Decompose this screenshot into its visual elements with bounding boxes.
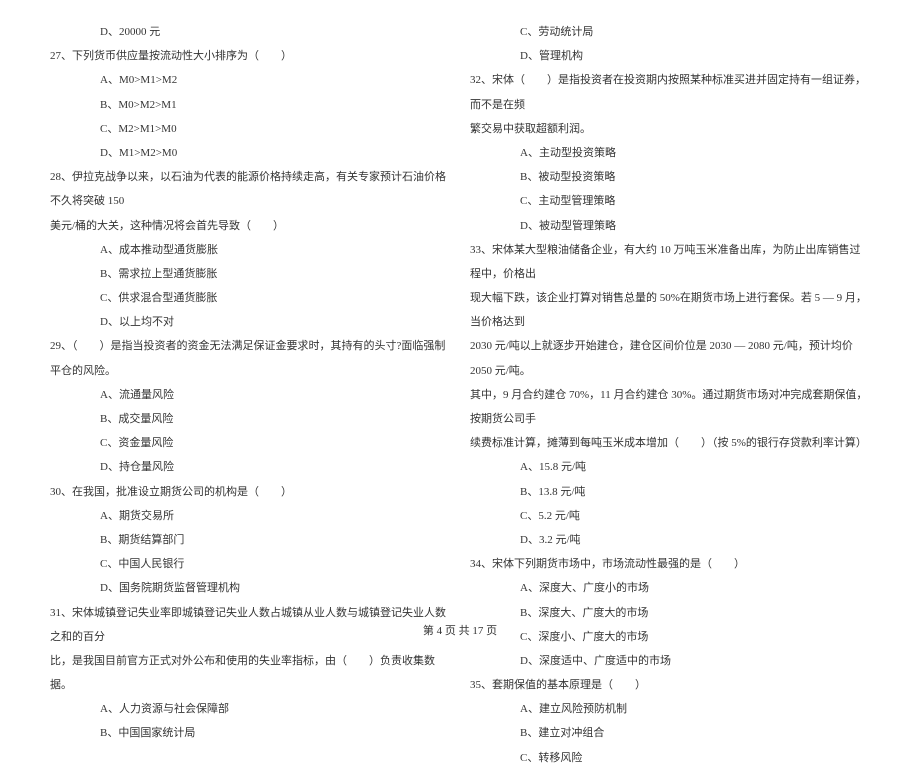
option-line: C、供求混合型通货膨胀 <box>50 286 450 310</box>
question-line: 30、在我国，批准设立期货公司的机构是（ ） <box>50 480 450 504</box>
page-body: D、20000 元27、下列货币供应量按流动性大小排序为（ ）A、M0>M1>M… <box>0 0 920 600</box>
page-footer: 第 4 页 共 17 页 <box>0 622 920 638</box>
option-line: C、劳动统计局 <box>470 20 870 44</box>
question-line: 比，是我国目前官方正式对外公布和使用的失业率指标，由（ ）负责收集数据。 <box>50 649 450 697</box>
option-line: A、期货交易所 <box>50 504 450 528</box>
question-line: 现大幅下跌，该企业打算对销售总量的 50%在期货市场上进行套保。若 5 — 9 … <box>470 286 870 334</box>
option-line: C、主动型管理策略 <box>470 189 870 213</box>
question-line: 繁交易中获取超额利润。 <box>470 117 870 141</box>
option-line: B、成交量风险 <box>50 407 450 431</box>
option-line: D、M1>M2>M0 <box>50 141 450 165</box>
option-line: A、深度大、广度小的市场 <box>470 576 870 600</box>
option-line: B、M0>M2>M1 <box>50 93 450 117</box>
option-line: B、建立对冲组合 <box>470 721 870 745</box>
option-line: C、5.2 元/吨 <box>470 504 870 528</box>
option-line: B、中国国家统计局 <box>50 721 450 745</box>
question-line: 续费标准计算，摊薄到每吨玉米成本增加（ ）（按 5%的银行存贷款利率计算） <box>470 431 870 455</box>
option-line: A、人力资源与社会保障部 <box>50 697 450 721</box>
question-line: 29、（ ）是指当投资者的资金无法满足保证金要求时，其持有的头寸?面临强制平仓的… <box>50 334 450 382</box>
option-line: C、资金量风险 <box>50 431 450 455</box>
question-line: 27、下列货币供应量按流动性大小排序为（ ） <box>50 44 450 68</box>
option-line: B、期货结算部门 <box>50 528 450 552</box>
option-line: A、主动型投资策略 <box>470 141 870 165</box>
question-line: 35、套期保值的基本原理是（ ） <box>470 673 870 697</box>
option-line: D、管理机构 <box>470 44 870 68</box>
question-line: 33、宋体某大型粮油储备企业，有大约 10 万吨玉米准备出库，为防止出库销售过程… <box>470 238 870 286</box>
question-line: 28、伊拉克战争以来，以石油为代表的能源价格持续走高，有关专家预计石油价格不久将… <box>50 165 450 213</box>
option-line: D、深度适中、广度适中的市场 <box>470 649 870 673</box>
option-line: D、3.2 元/吨 <box>470 528 870 552</box>
option-line: A、流通量风险 <box>50 383 450 407</box>
option-line: A、成本推动型通货膨胀 <box>50 238 450 262</box>
option-line: C、转移风险 <box>470 746 870 770</box>
question-line: 2030 元/吨以上就逐步开始建仓，建仓区间价位是 2030 — 2080 元/… <box>470 334 870 382</box>
option-line: D、持仓量风险 <box>50 455 450 479</box>
question-line: 美元/桶的大关，这种情况将会首先导致（ ） <box>50 214 450 238</box>
option-line: D、以上均不对 <box>50 310 450 334</box>
option-line: A、15.8 元/吨 <box>470 455 870 479</box>
option-line: A、建立风险预防机制 <box>470 697 870 721</box>
option-line: A、M0>M1>M2 <box>50 68 450 92</box>
option-line: B、需求拉上型通货膨胀 <box>50 262 450 286</box>
option-line: D、被动型管理策略 <box>470 214 870 238</box>
option-line: B、被动型投资策略 <box>470 165 870 189</box>
question-line: 32、宋体（ ）是指投资者在投资期内按照某种标准买进并固定持有一组证券，而不是在… <box>470 68 870 116</box>
option-line: B、13.8 元/吨 <box>470 480 870 504</box>
right-column: C、劳动统计局D、管理机构32、宋体（ ）是指投资者在投资期内按照某种标准买进并… <box>460 20 880 600</box>
option-line: C、M2>M1>M0 <box>50 117 450 141</box>
option-line: D、20000 元 <box>50 20 450 44</box>
left-column: D、20000 元27、下列货币供应量按流动性大小排序为（ ）A、M0>M1>M… <box>40 20 460 600</box>
option-line: D、国务院期货监督管理机构 <box>50 576 450 600</box>
question-line: 34、宋体下列期货市场中，市场流动性最强的是（ ） <box>470 552 870 576</box>
option-line: C、中国人民银行 <box>50 552 450 576</box>
question-line: 其中，9 月合约建仓 70%，11 月合约建仓 30%。通过期货市场对冲完成套期… <box>470 383 870 431</box>
